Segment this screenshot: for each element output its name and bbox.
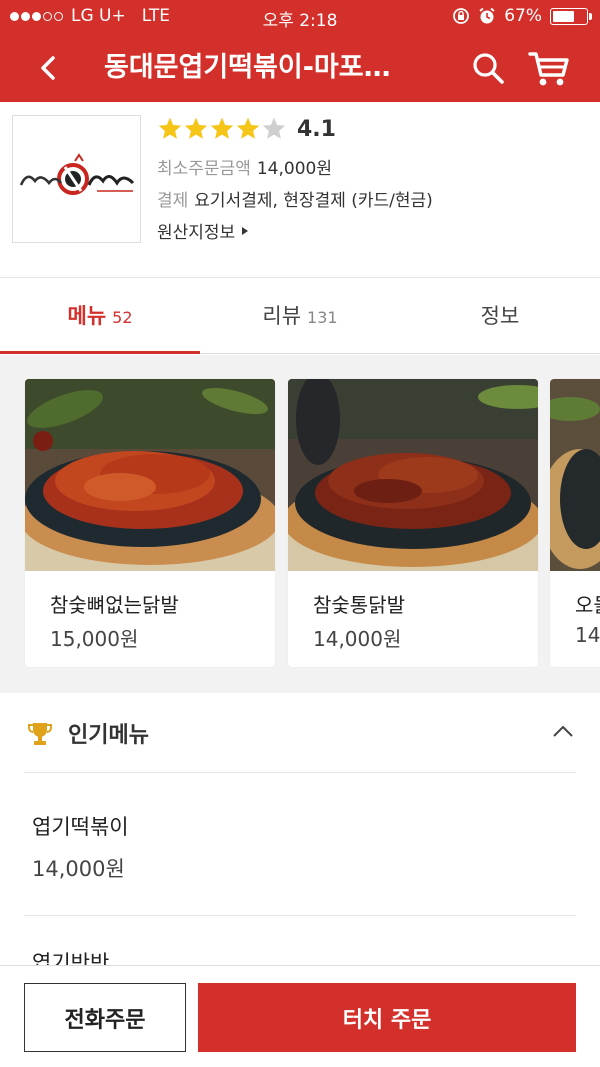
min-order-label: 최소주문금액	[157, 159, 251, 179]
featured-card[interactable]: 오돌 14	[550, 379, 600, 667]
tab-reviews-count: 131	[307, 308, 338, 327]
alarm-icon	[479, 7, 495, 24]
chevron-left-icon[interactable]	[30, 48, 70, 88]
triangle-right-icon	[242, 226, 249, 235]
featured-card[interactable]: 참숯뼈없는닭발 15,000원	[25, 379, 275, 667]
battery-icon	[550, 7, 592, 25]
store-logo-image	[19, 153, 134, 195]
payment-row: 결제 요기서결제, 현장결제 (카드/현금)	[157, 186, 433, 211]
featured-name: 참숯뼈없는닭발	[50, 593, 179, 617]
star-rating	[157, 116, 287, 142]
origin-info-label: 원산지정보	[157, 223, 236, 243]
tab-bar: 메뉴 52 리뷰 131 정보	[0, 279, 600, 354]
origin-info-link[interactable]: 원산지정보	[157, 218, 249, 243]
popular-title: 인기메뉴	[68, 723, 149, 748]
tab-menu-label: 메뉴	[67, 304, 107, 328]
featured-carousel[interactable]: 참숯뼈없는닭발 15,000원 참숯통닭발 14,000원 오 14	[0, 355, 600, 693]
food-photo	[25, 379, 275, 571]
trophy-icon	[28, 723, 52, 745]
star-filled-icon	[236, 117, 260, 139]
star-filled-icon	[184, 117, 208, 139]
touch-order-button[interactable]: 터치 주문	[198, 983, 576, 1052]
store-logo	[12, 115, 141, 243]
popular-section: 인기메뉴 엽기떡볶이 14,000원 엽기반반	[0, 693, 600, 975]
tab-menu[interactable]: 메뉴 52	[0, 279, 200, 354]
active-tab-indicator	[0, 351, 200, 354]
divider	[24, 915, 576, 916]
tab-info[interactable]: 정보	[400, 279, 600, 354]
status-bar: LG U+ LTE 오후 2:18 67%	[0, 0, 600, 34]
page-title: 동대문엽기떡볶이-마포…	[104, 52, 391, 83]
popular-header[interactable]: 인기메뉴	[24, 693, 576, 773]
phone-order-button[interactable]: 전화주문	[24, 983, 186, 1052]
search-icon[interactable]	[470, 50, 506, 86]
featured-card[interactable]: 참숯통닭발 14,000원	[288, 379, 538, 667]
status-right: 67%	[452, 6, 592, 26]
min-order-row: 최소주문금액 14,000원	[157, 154, 332, 179]
payment-label: 결제	[157, 191, 189, 211]
cart-icon[interactable]	[527, 48, 571, 88]
food-photo	[550, 379, 600, 571]
featured-price: 14,000원	[313, 627, 402, 651]
bottom-action-bar: 전화주문 터치 주문	[0, 965, 600, 1067]
tab-reviews-label: 리뷰	[262, 304, 302, 328]
popular-item-price: 14,000원	[32, 857, 125, 881]
rotation-lock-icon	[453, 8, 470, 24]
popular-item[interactable]: 엽기떡볶이 14,000원	[32, 811, 576, 883]
star-filled-icon	[158, 117, 182, 139]
battery-percent: 67%	[504, 6, 542, 26]
featured-name: 참숯통닭발	[313, 593, 405, 617]
featured-price: 14	[575, 623, 600, 647]
rating-value: 4.1	[297, 116, 336, 142]
star-filled-icon	[210, 117, 234, 139]
tab-reviews[interactable]: 리뷰 131	[200, 279, 400, 354]
store-info: 4.1 최소주문금액 14,000원 결제 요기서결제, 현장결제 (카드/현금) …	[0, 102, 600, 278]
featured-price: 15,000원	[50, 627, 139, 651]
chevron-up-icon[interactable]	[552, 723, 574, 739]
min-order-value: 14,000원	[256, 159, 332, 179]
nav-bar: 동대문엽기떡볶이-마포…	[0, 34, 600, 102]
payment-value: 요기서결제, 현장결제 (카드/현금)	[194, 191, 433, 211]
rating-row: 4.1	[157, 116, 336, 142]
battery-fill	[553, 10, 575, 22]
food-photo	[288, 379, 538, 571]
tab-menu-count: 52	[112, 308, 133, 327]
featured-name: 오돌	[575, 593, 600, 617]
tab-info-label: 정보	[480, 304, 520, 328]
star-empty-icon	[262, 117, 286, 139]
popular-item-name: 엽기떡볶이	[32, 815, 129, 839]
